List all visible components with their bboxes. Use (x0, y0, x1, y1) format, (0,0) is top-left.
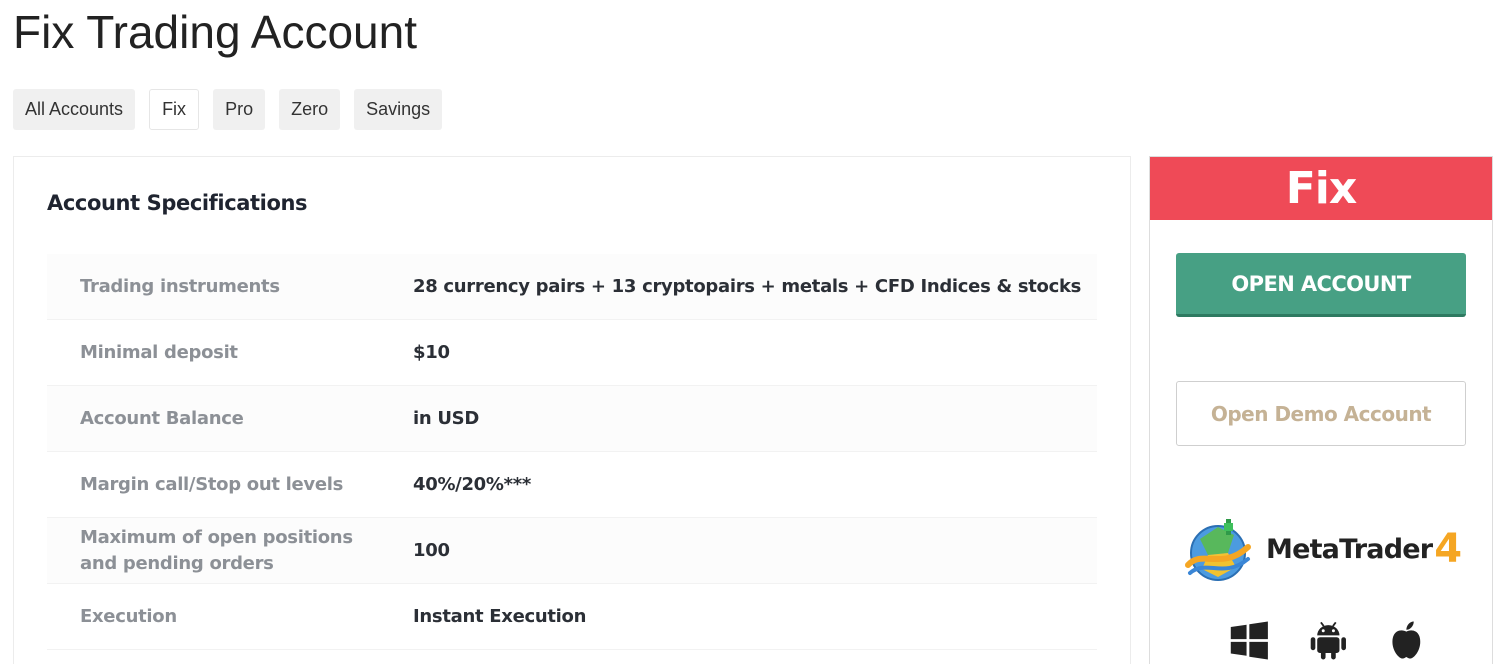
page-title: Fix Trading Account (13, 6, 417, 58)
specifications-heading: Account Specifications (47, 191, 308, 215)
spec-row-margin-call: Margin call/Stop out levels 40%/20%*** (47, 452, 1097, 518)
spec-value: 40%/20%*** (413, 474, 531, 495)
spec-value: $10 (413, 342, 450, 363)
platform-icons (1228, 615, 1428, 664)
spec-label: Maximum of open positions and pending or… (80, 526, 353, 574)
spec-value: in USD (413, 408, 479, 429)
spec-label: Account Balance (80, 407, 244, 429)
spec-label: Execution (80, 605, 177, 627)
tab-savings[interactable]: Savings (354, 89, 443, 130)
spec-row-trading-instruments: Trading instruments 28 currency pairs + … (47, 254, 1097, 320)
account-specifications-panel: Account Specifications Trading instrumen… (13, 156, 1131, 664)
tab-all-accounts[interactable]: All Accounts (13, 89, 136, 130)
windows-icon[interactable] (1228, 617, 1271, 663)
sidebar-title: Fix (1285, 163, 1358, 214)
apple-icon[interactable] (1385, 617, 1428, 663)
spec-label: Trading instruments (80, 275, 280, 297)
metatrader-logo[interactable]: MetaTrader 4 (1178, 509, 1470, 589)
spec-row-max-positions: Maximum of open positions and pending or… (47, 518, 1097, 584)
tab-zero[interactable]: Zero (279, 89, 341, 130)
open-account-button[interactable]: OPEN ACCOUNT (1176, 253, 1466, 317)
spec-row-account-balance: Account Balance in USD (47, 386, 1097, 452)
spec-value: 28 currency pairs + 13 cryptopairs + met… (413, 276, 1082, 297)
account-sidebar: Fix OPEN ACCOUNT Open Demo Account MetaT… (1149, 156, 1493, 664)
open-demo-account-button[interactable]: Open Demo Account (1176, 381, 1466, 446)
account-tabs: All Accounts Fix Pro Zero Savings (13, 89, 443, 130)
metatrader-name: MetaTrader (1266, 533, 1433, 565)
sidebar-header: Fix (1150, 157, 1492, 220)
metatrader-icon (1185, 519, 1251, 581)
specifications-table: Trading instruments 28 currency pairs + … (47, 254, 1097, 650)
tab-fix[interactable]: Fix (149, 89, 200, 130)
page: Fix Trading Account All Accounts Fix Pro… (0, 0, 1506, 664)
tab-pro[interactable]: Pro (213, 89, 266, 130)
spec-row-execution: Execution Instant Execution (47, 584, 1097, 650)
metatrader-version: 4 (1434, 526, 1463, 572)
spec-row-minimal-deposit: Minimal deposit $10 (47, 320, 1097, 386)
android-icon[interactable] (1307, 617, 1350, 663)
spec-value: Instant Execution (413, 606, 587, 627)
spec-value: 100 (413, 540, 450, 561)
spec-label: Minimal deposit (80, 341, 238, 363)
spec-label: Margin call/Stop out levels (80, 473, 344, 495)
